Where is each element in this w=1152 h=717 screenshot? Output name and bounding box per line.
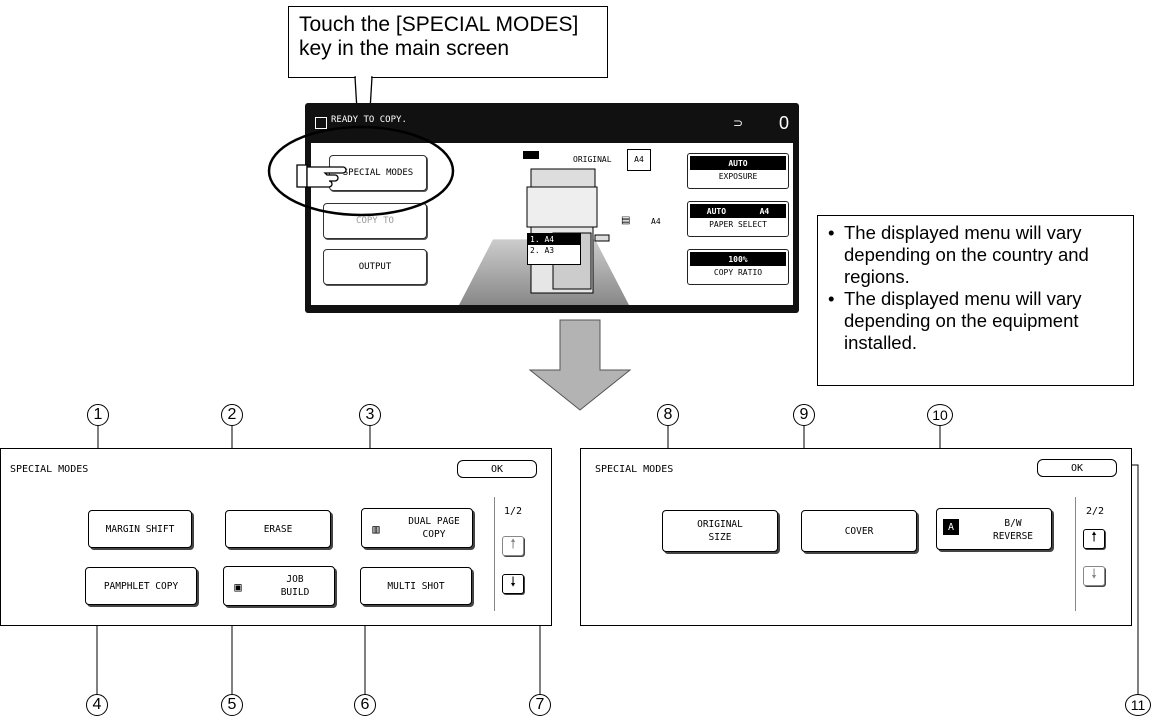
paper-select-label: PAPER SELECT [709,220,767,229]
callout-number-2: 2 [221,404,243,426]
panel-1-title: SPECIAL MODES [10,464,89,475]
highlight-ellipse [267,125,455,217]
scroll-down-button[interactable]: 🠗 [502,574,524,594]
bw-reverse-button[interactable]: A B/W REVERSE [936,508,1052,550]
copy-ratio-key[interactable]: 100% COPY RATIO [687,249,789,285]
info-bullet-2: The displayed menu will vary depending o… [828,288,1127,354]
callout-number-3: 3 [359,404,381,426]
original-size-line-1: ORIGINAL [697,519,743,530]
pointing-hand-icon [296,164,347,188]
bw-reverse-icon: A [943,519,959,535]
scroll-down-button-page-2[interactable]: 🠗 [1083,566,1105,586]
scroll-up-button-page-2[interactable]: 🠕 [1083,529,1105,549]
multi-shot-button[interactable]: MULTI SHOT [360,567,472,605]
arrow-down-icon: 🠗 [1091,566,1097,581]
panel-1-ok-button[interactable]: OK [457,460,537,478]
special-modes-panel-page-2: SPECIAL MODES OK ORIGINAL SIZE COVER A B… [580,448,1132,626]
callout-number-1: 1 [87,404,109,426]
paper-select-size: A4 [759,206,770,216]
callout-number-10: 10 [927,404,953,426]
cover-button[interactable]: COVER [801,510,917,552]
callout-number-9: 9 [793,404,815,426]
job-build-button[interactable]: ▣ JOB BUILD [223,566,335,606]
paper-icon: ▤ [621,215,631,226]
original-size: A4 [627,149,651,171]
panel-2-ok-button[interactable]: OK [1037,459,1117,477]
panel-2-title: SPECIAL MODES [595,464,674,475]
dual-page-copy-line-1: DUAL PAGE [408,516,460,527]
job-build-line-2: BUILD [280,587,310,598]
pamphlet-copy-button[interactable]: PAMPHLET COPY [85,567,197,605]
copy-sheet-icon: ⊃ [733,116,744,130]
exposure-value: AUTO [690,156,786,170]
copy-ratio-value: 100% [690,252,786,266]
panel-1-page-indicator: 1/2 [504,506,523,517]
tray-2: 2. A3 [530,246,555,255]
callout-number-7: 7 [529,694,551,716]
panel-1-divider [494,497,495,611]
arrow-down-icon: 🠗 [510,574,516,589]
paper-select-auto: AUTO [706,206,727,216]
panel-2-divider [1075,497,1076,611]
copier-icon [523,151,610,294]
copy-count: 0 [779,113,790,133]
dual-page-copy-button[interactable]: ▥ DUAL PAGE COPY [361,508,473,548]
bw-reverse-line-2: REVERSE [992,531,1034,542]
margin-shift-button[interactable]: MARGIN SHIFT [88,510,192,548]
job-build-icon: ▣ [234,579,242,594]
arrow-up-icon: 🠕 [510,536,516,551]
special-modes-panel-page-1: SPECIAL MODES OK MARGIN SHIFT ERASE ▥ DU… [0,448,552,626]
dual-page-icon: ▥ [372,521,380,536]
panel-2-page-indicator: 2/2 [1086,506,1105,517]
bw-reverse-line-1: B/W [1004,518,1022,529]
original-size-button[interactable]: ORIGINAL SIZE [662,510,778,552]
scroll-up-button[interactable]: 🠕 [502,536,524,556]
main-screen: READY TO COPY. ⊃ 0 SPECIAL MODES COPY TO… [267,103,799,313]
info-note-box: The displayed menu will vary depending o… [817,215,1134,386]
copy-ratio-label: COPY RATIO [713,268,763,277]
output-key[interactable]: OUTPUT [323,249,427,285]
paper-size-label: A4 [651,217,661,226]
erase-button[interactable]: ERASE [225,510,331,548]
main-screen-body: SPECIAL MODES COPY TO OUTPUT 1. A4 2. A3… [267,125,793,305]
exposure-label: EXPOSURE [718,172,758,181]
info-bullet-1: The displayed menu will vary depending o… [828,222,1127,288]
callout-number-5: 5 [221,694,243,716]
arrow-up-icon: 🠕 [1091,529,1097,544]
original-label: ORIGINAL [573,155,612,164]
dual-page-copy-line-2: COPY [422,529,446,540]
job-build-line-1: JOB [286,574,304,585]
tray-list: 1. A4 2. A3 [527,233,581,265]
paper-select-key[interactable]: AUTO A4 PAPER SELECT [687,201,789,237]
callout-number-11: 11 [1125,694,1151,716]
callout-number-6: 6 [354,694,376,716]
original-size-line-2: SIZE [708,532,732,543]
exposure-key[interactable]: AUTO EXPOSURE [687,153,789,189]
callout-number-8: 8 [657,404,679,426]
callout-number-4: 4 [86,694,108,716]
tray-1: 1. A4 [528,234,580,245]
